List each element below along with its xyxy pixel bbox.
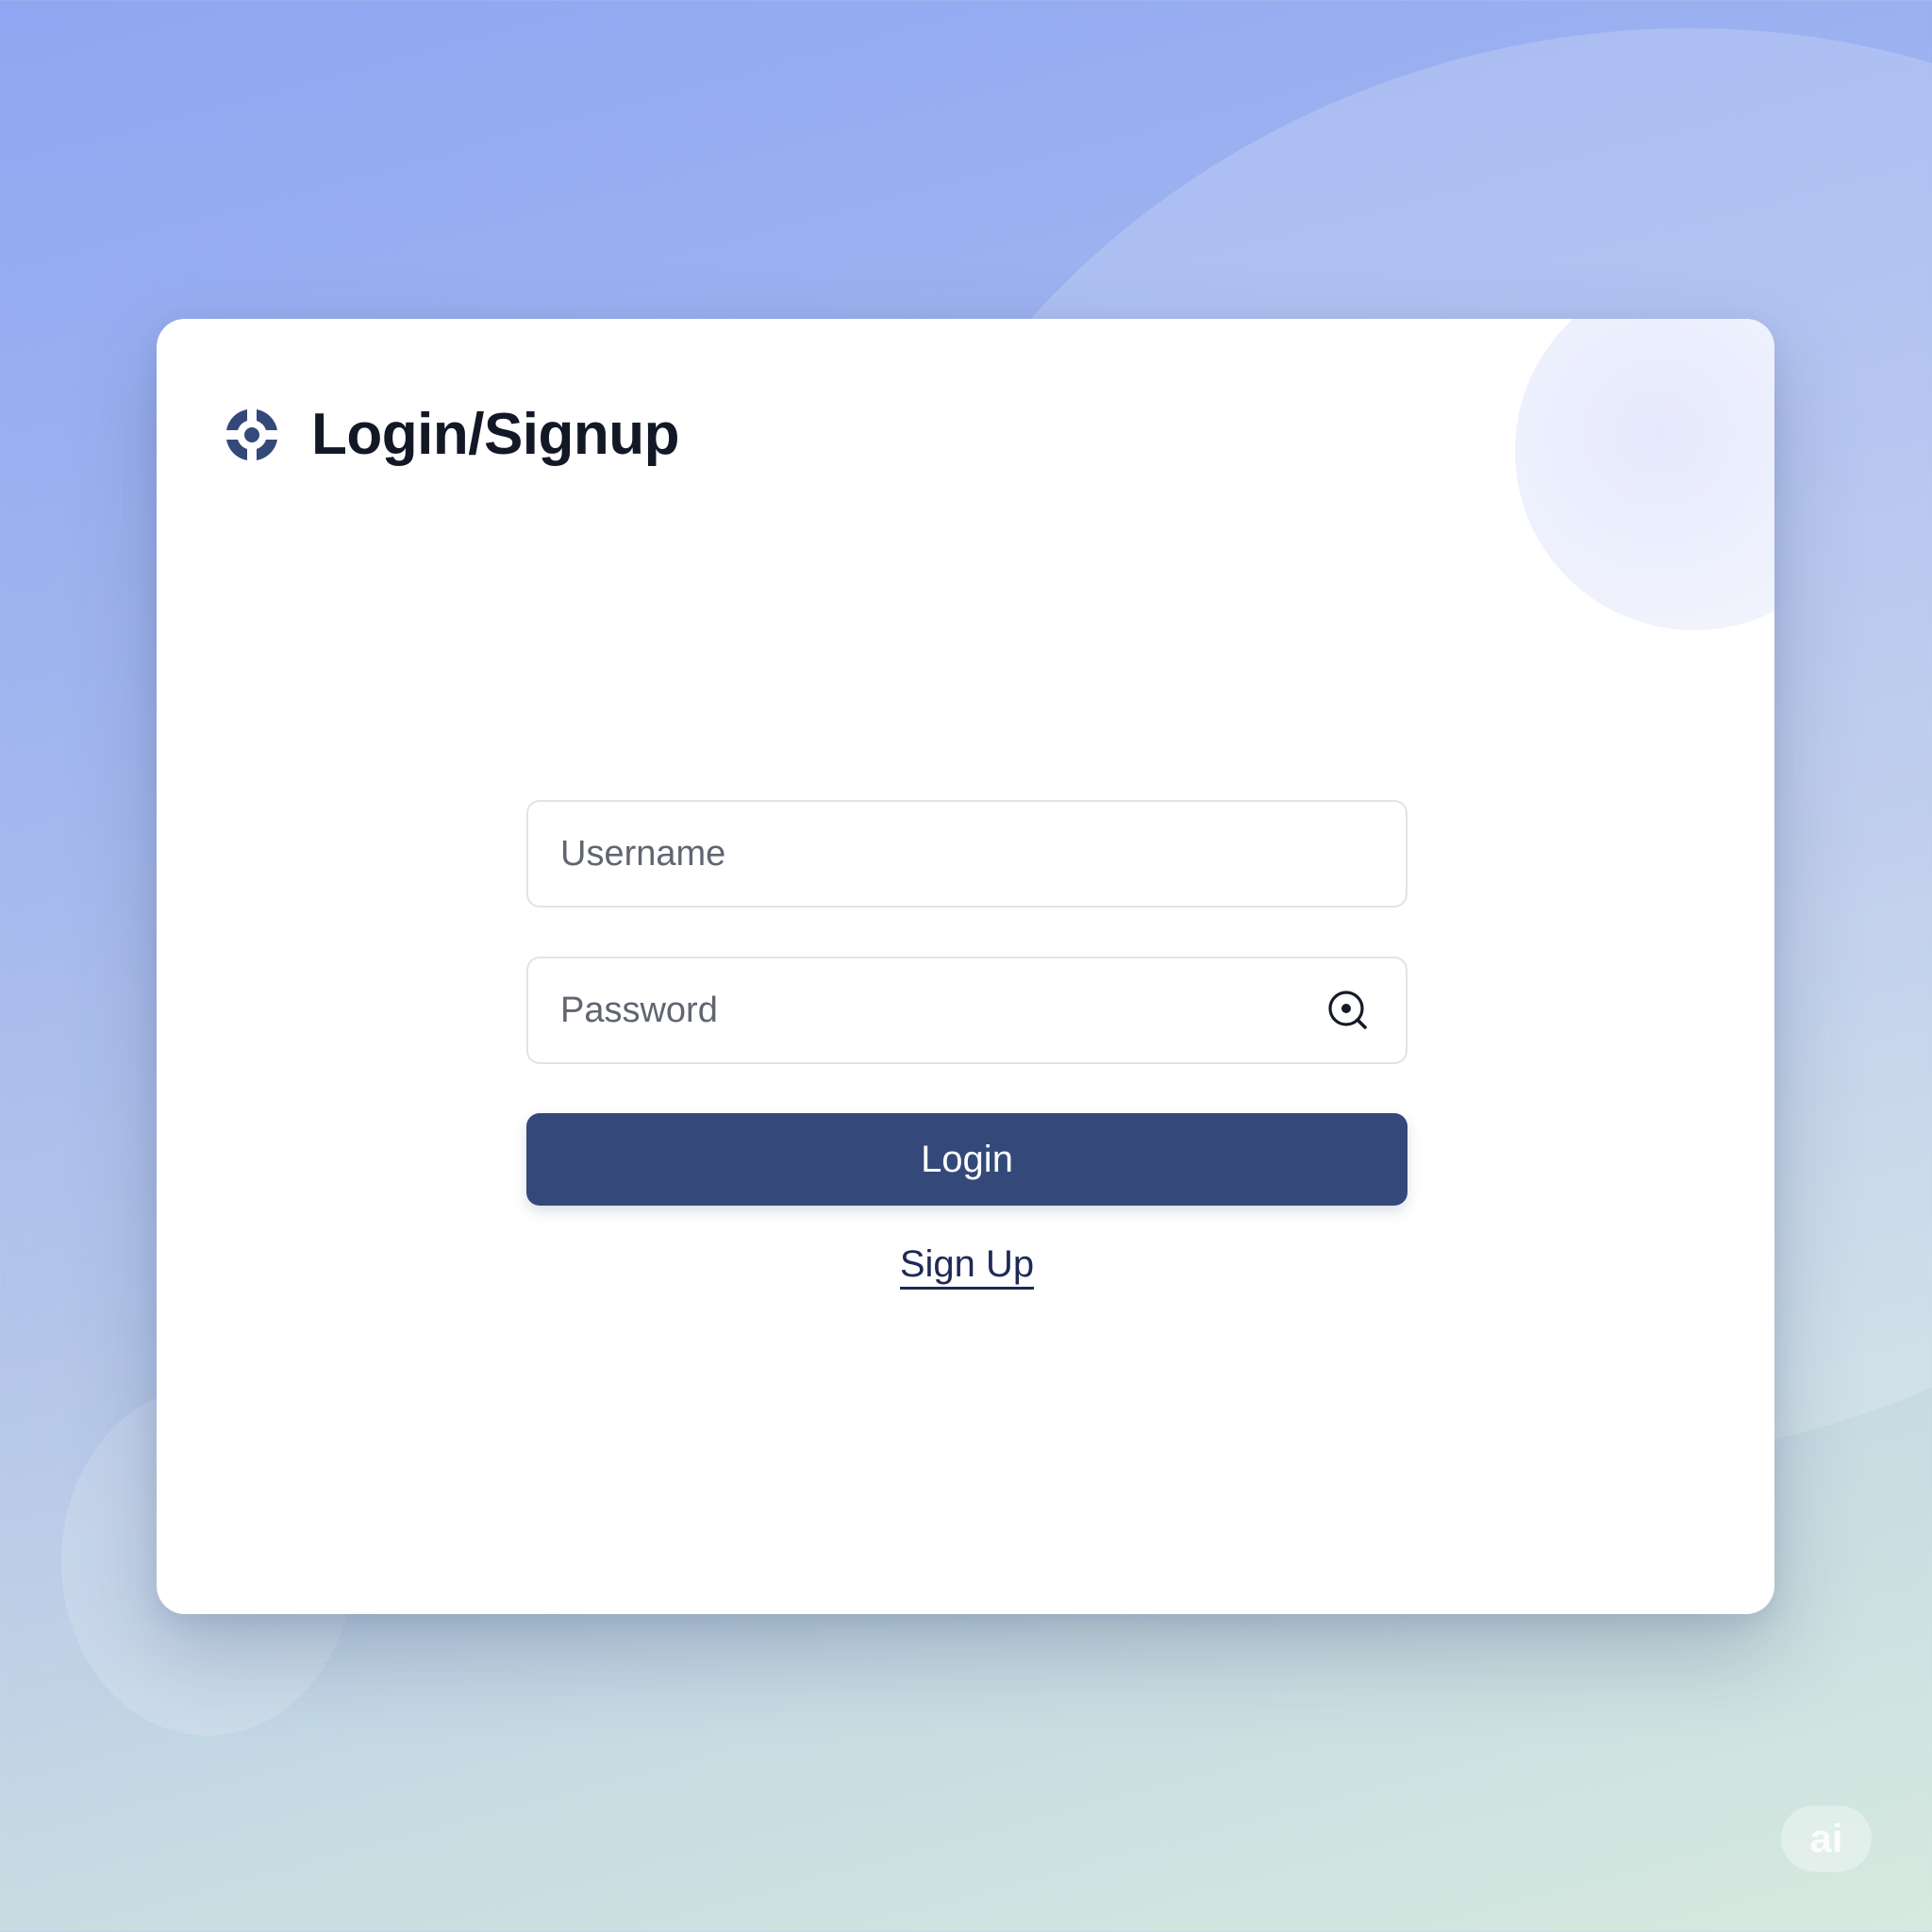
login-button[interactable]: Login [526, 1113, 1407, 1206]
sign-up-link[interactable]: Sign Up [899, 1243, 1035, 1290]
page-title: Login/Signup [311, 402, 680, 467]
ai-watermark-badge: ai [1781, 1806, 1872, 1872]
login-card: Login/Signup Login Sign Up [157, 319, 1774, 1614]
username-field[interactable] [526, 800, 1407, 908]
username-input[interactable] [560, 833, 1374, 874]
target-logo-icon [226, 409, 277, 460]
login-form: Login Sign Up [526, 800, 1407, 1290]
card-header: Login/Signup [223, 402, 680, 467]
password-reveal-icon[interactable] [1326, 989, 1370, 1032]
card-corner-decoration [1515, 319, 1774, 630]
password-input[interactable] [560, 990, 1374, 1031]
password-field[interactable] [526, 957, 1407, 1064]
